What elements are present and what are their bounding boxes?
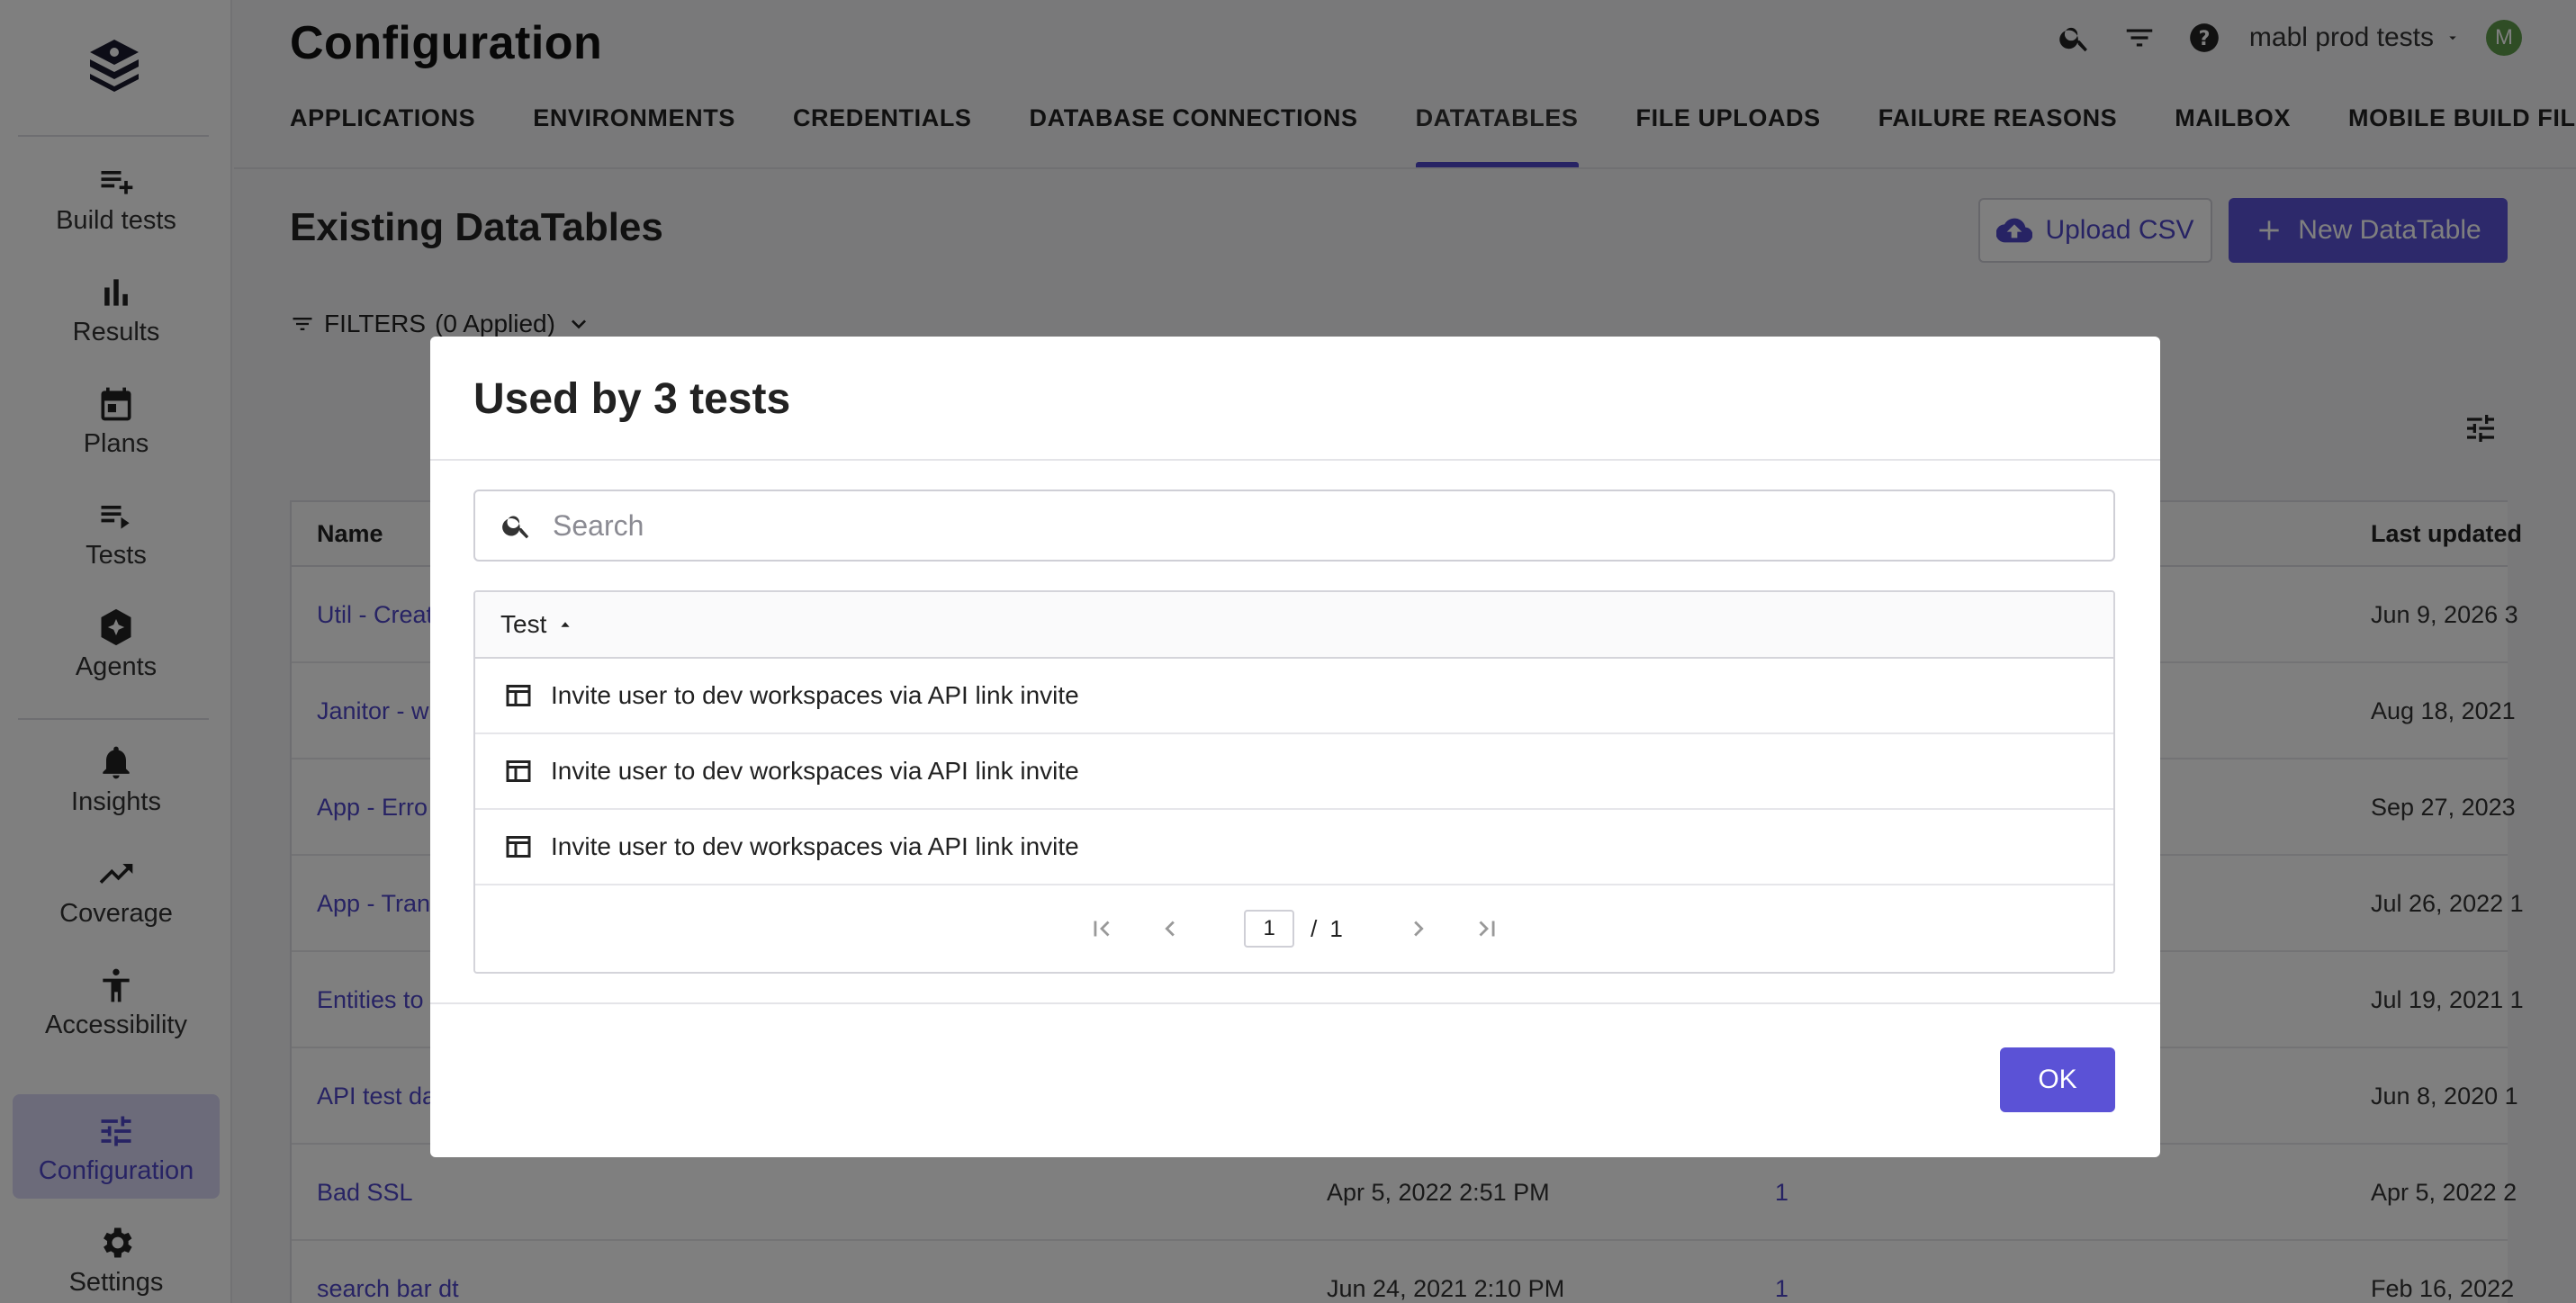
last-page-icon[interactable] [1469,911,1505,947]
dialog-title: Used by 3 tests [473,375,791,423]
sort-ascending-icon [561,622,570,627]
page-separator: / [1311,914,1318,942]
column-header-label: Test [500,610,547,638]
dialog-header-divider [430,459,2160,461]
dialog-footer-divider [430,1002,2160,1004]
page-total: 1 [1329,914,1343,942]
next-page-icon[interactable] [1401,911,1437,947]
search-icon [502,516,529,539]
ok-button[interactable]: OK [2000,1047,2115,1112]
test-name[interactable]: Invite user to dev workspaces via API li… [551,757,1079,786]
search-input[interactable] [553,508,1993,543]
browser-test-icon [506,760,531,782]
browser-test-icon [506,836,531,858]
test-row[interactable]: Invite user to dev workspaces via API li… [475,810,2113,885]
previous-page-icon[interactable] [1152,911,1188,947]
tests-table: Test Invite user to dev workspaces via A… [473,590,2115,974]
browser-test-icon [506,685,531,706]
search-field[interactable] [473,490,2115,562]
test-row[interactable]: Invite user to dev workspaces via API li… [475,734,2113,810]
test-name[interactable]: Invite user to dev workspaces via API li… [551,832,1079,861]
used-by-tests-dialog: Used by 3 tests Test Invite user to dev … [430,337,2160,1157]
test-row[interactable]: Invite user to dev workspaces via API li… [475,659,2113,734]
pagination: / 1 [475,885,2113,972]
first-page-icon[interactable] [1084,911,1120,947]
test-name[interactable]: Invite user to dev workspaces via API li… [551,681,1079,710]
page-number-input[interactable] [1244,910,1295,948]
column-header-test[interactable]: Test [475,592,2113,659]
